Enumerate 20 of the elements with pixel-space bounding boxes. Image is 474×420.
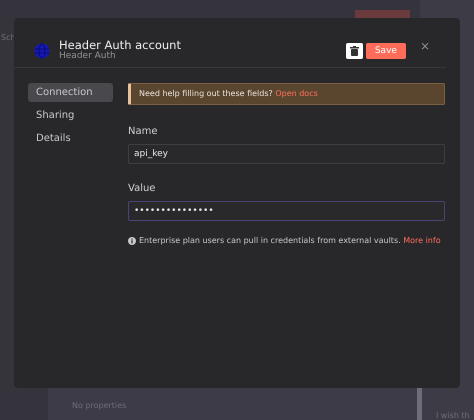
trash-icon	[350, 46, 360, 56]
info-text: Enterprise plan users can pull in credentials from external vaults. More info	[139, 235, 441, 247]
sidebar-tab[interactable]: Connection	[28, 83, 113, 102]
input-field[interactable]: api_key	[128, 144, 445, 164]
scrollbar	[417, 388, 422, 420]
save-button[interactable]: Save	[366, 42, 406, 58]
field-label: Name	[128, 125, 159, 139]
modal-title: Header Auth account	[59, 39, 182, 52]
delete-button[interactable]	[346, 42, 364, 58]
more-info-link[interactable]: More info	[403, 236, 441, 245]
field-label: Value	[128, 182, 156, 196]
help-notice: Need help filling out these fields? Open docs	[128, 83, 445, 105]
globe-icon	[34, 42, 50, 58]
sidebar-tab[interactable]: Sharing	[28, 106, 113, 125]
modal-subtitle: Header Auth	[59, 52, 117, 62]
info-icon	[128, 237, 136, 245]
input-field[interactable]: •••••••••••••••	[128, 201, 445, 221]
close-button[interactable]: ×	[418, 36, 432, 54]
sidebar-tab[interactable]: Details	[28, 129, 113, 148]
docs-link[interactable]: Open docs	[275, 89, 318, 98]
